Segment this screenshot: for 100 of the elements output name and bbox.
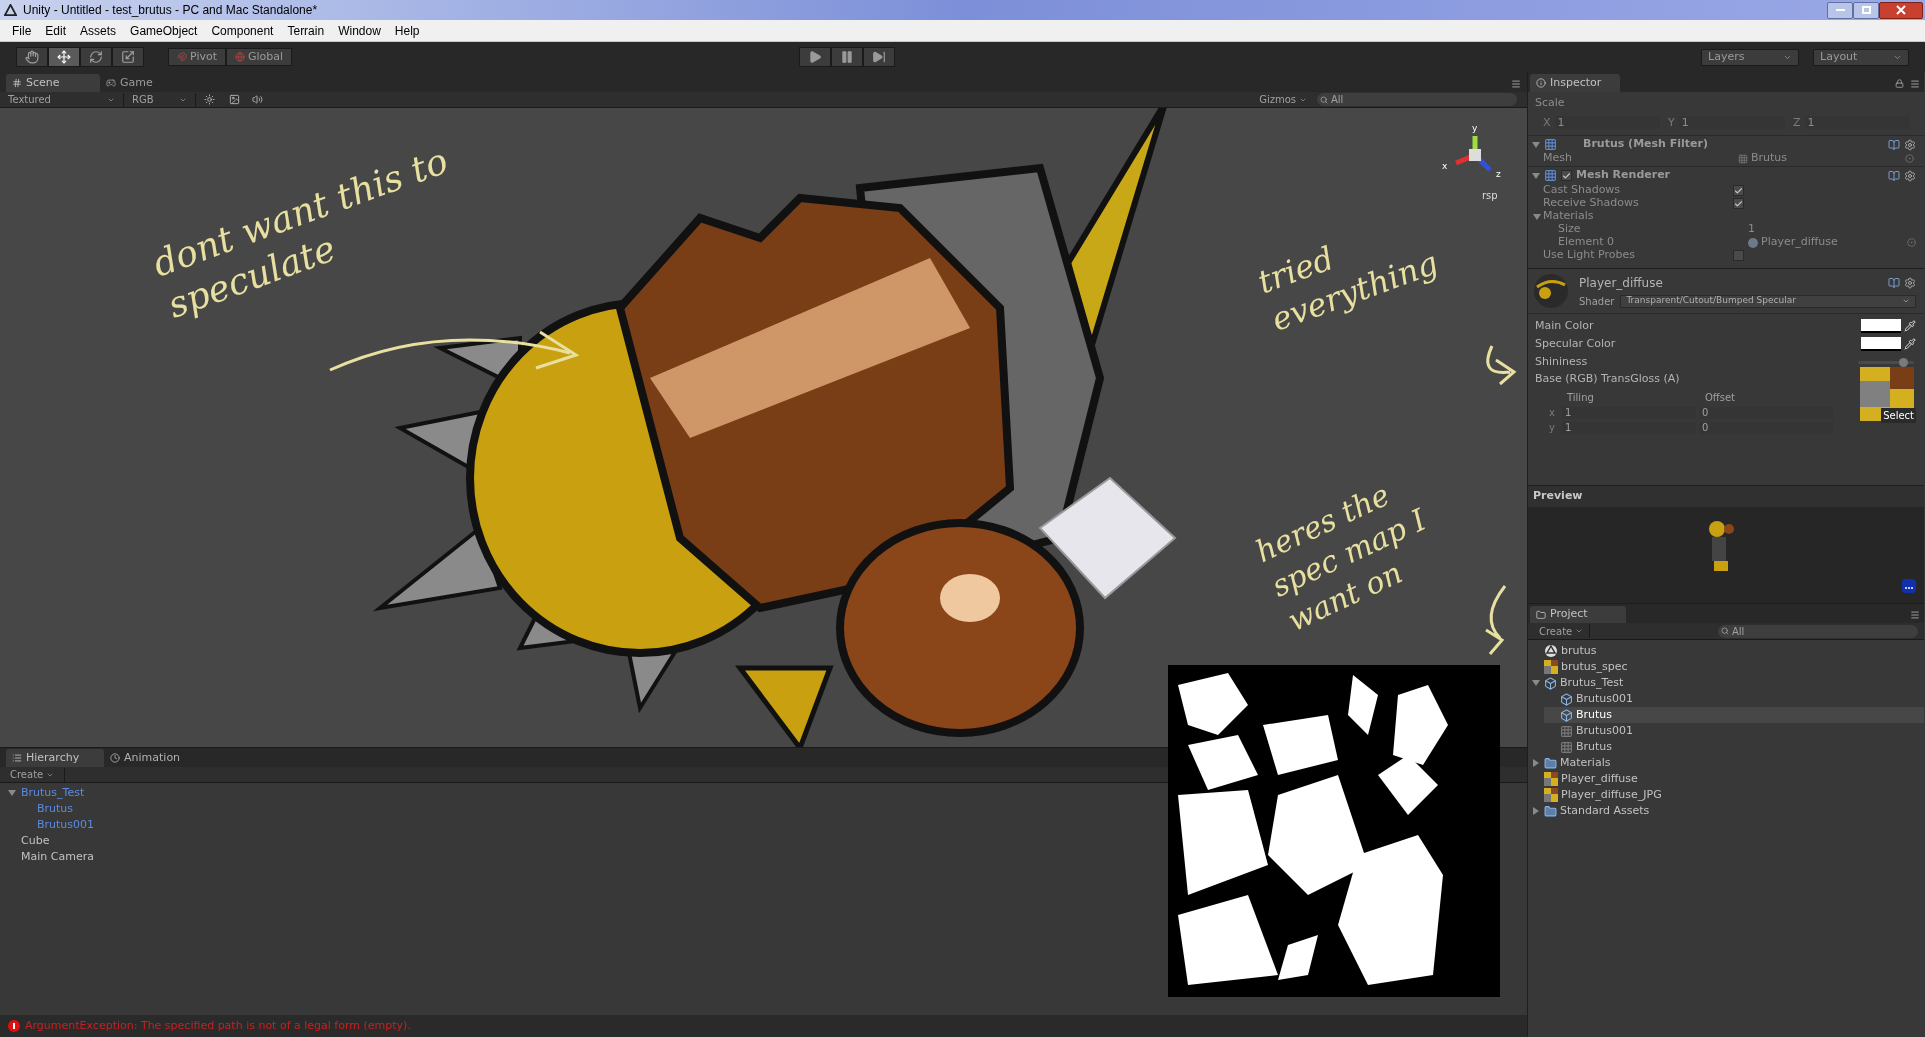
rotate-tool-button[interactable]: [80, 47, 112, 67]
caret-icon: [1575, 627, 1584, 635]
checkbox[interactable]: [1733, 198, 1744, 209]
project-item-row[interactable]: Brutus_Test: [1528, 675, 1924, 691]
eyedropper-icon[interactable]: [1904, 338, 1916, 350]
menu-item[interactable]: Edit: [45, 21, 67, 40]
folder-icon: [1536, 609, 1546, 620]
project-item-row[interactable]: Standard Assets: [1528, 803, 1924, 819]
checkbox[interactable]: [1733, 250, 1744, 261]
help-book-icon[interactable]: [1888, 169, 1900, 182]
menu-item[interactable]: Assets: [80, 21, 117, 40]
maximize-button[interactable]: [1853, 1, 1879, 19]
project-item-row[interactable]: Materials: [1528, 755, 1924, 771]
hierarchy-item[interactable]: Cube: [18, 832, 53, 850]
hierarchy-item[interactable]: Main Camera: [18, 848, 97, 866]
menu-item[interactable]: Help: [394, 21, 420, 40]
expanded-triangle-icon[interactable]: [1532, 171, 1542, 180]
lighting-icon[interactable]: [204, 94, 215, 105]
checkbox[interactable]: [1561, 170, 1572, 181]
panel-menu-icon[interactable]: [1511, 79, 1521, 89]
global-button[interactable]: Global: [226, 48, 293, 66]
project-item-row[interactable]: brutus_spec: [1528, 659, 1924, 675]
step-button[interactable]: [862, 47, 895, 67]
color-swatch[interactable]: [1861, 337, 1901, 351]
project-item-row[interactable]: Player_diffuse_JPG: [1528, 787, 1924, 803]
hand-tool-button[interactable]: [16, 47, 48, 67]
lock-icon[interactable]: [1895, 79, 1904, 88]
slider-thumb[interactable]: [1898, 357, 1908, 367]
image-effects-icon[interactable]: [229, 94, 240, 105]
project-item-label: Brutus_Test: [1560, 674, 1624, 691]
hierarchy-tab[interactable]: Animation: [104, 749, 202, 767]
help-book-icon[interactable]: [1888, 138, 1900, 151]
create-dropdown[interactable]: Create: [1533, 624, 1591, 638]
create-dropdown[interactable]: Create: [0, 767, 66, 782]
draw-mode-dropdown[interactable]: Textured: [0, 92, 124, 107]
expanded-triangle-icon[interactable]: [1532, 679, 1542, 687]
menu-item[interactable]: Window: [338, 21, 381, 40]
checkbox[interactable]: [1733, 185, 1744, 196]
panel-menu-icon[interactable]: [1910, 79, 1920, 89]
texture-thumbnail: [1860, 367, 1916, 423]
material-property-label: Specular Color: [1535, 335, 1617, 352]
material-property-label: Main Color: [1535, 317, 1595, 334]
inspector-tab[interactable]: Inspector: [1530, 74, 1620, 92]
menu-item[interactable]: GameObject: [130, 21, 198, 40]
menu-item[interactable]: File: [12, 21, 32, 40]
shader-dropdown[interactable]: Transparent/Cutout/Bumped Specular: [1620, 294, 1916, 308]
object-field[interactable]: Brutus: [1751, 150, 1905, 167]
expanded-triangle-icon[interactable]: [1533, 212, 1543, 221]
step-icon: [871, 50, 886, 64]
object-field[interactable]: Player_diffuse: [1761, 234, 1838, 251]
settings-icon[interactable]: [1904, 138, 1916, 151]
project-item-row[interactable]: Brutus001: [1544, 691, 1924, 707]
render-mode-dropdown[interactable]: RGB: [124, 92, 196, 107]
more-options-icon[interactable]: [1902, 579, 1916, 593]
project-item-label: Materials: [1560, 754, 1611, 771]
layers-dropdown[interactable]: Layers: [1701, 48, 1799, 66]
project-tab[interactable]: Project: [1530, 606, 1626, 623]
axis-label: y: [1548, 421, 1556, 435]
project-item-row[interactable]: Brutus: [1544, 707, 1924, 723]
expanded-triangle-icon[interactable]: [1532, 140, 1542, 149]
project-item-row[interactable]: brutus: [1528, 643, 1924, 659]
minimize-button[interactable]: [1827, 1, 1853, 19]
material-sphere-icon: [1748, 237, 1758, 248]
layout-dropdown[interactable]: Layout: [1813, 48, 1909, 66]
menu-item[interactable]: Terrain: [287, 21, 325, 40]
gamepad-icon: [106, 78, 116, 88]
close-button[interactable]: [1879, 1, 1923, 19]
help-book-icon[interactable]: [1888, 276, 1900, 289]
project-item-label: Brutus001: [1576, 690, 1634, 707]
project-search-field[interactable]: All: [1732, 624, 1918, 638]
move-icon: [57, 50, 71, 64]
audio-icon[interactable]: [252, 94, 263, 105]
pause-icon: [839, 50, 854, 64]
panel-menu-icon[interactable]: [1910, 610, 1920, 620]
move-tool-button[interactable]: [48, 47, 80, 67]
hierarchy-item[interactable]: Brutus001: [34, 816, 98, 834]
settings-icon[interactable]: [1904, 276, 1916, 289]
pivot-button[interactable]: Pivot: [168, 48, 226, 66]
settings-icon[interactable]: [1904, 169, 1916, 182]
project-item-row[interactable]: Player_diffuse: [1528, 771, 1924, 787]
hierarchy-item[interactable]: Brutus_Test: [18, 784, 88, 802]
hierarchy-tab[interactable]: Hierarchy: [6, 749, 104, 767]
select-button[interactable]: Select: [1881, 408, 1916, 423]
scene-tab[interactable]: Scene: [6, 74, 100, 92]
hierarchy-item[interactable]: Brutus: [34, 800, 77, 818]
material-property-label: Shininess: [1535, 353, 1589, 370]
pause-button[interactable]: [830, 47, 863, 67]
material-name: Player_diffuse: [1579, 274, 1664, 292]
scene-search-field[interactable]: All: [1331, 93, 1517, 106]
project-item-row[interactable]: Brutus001: [1544, 723, 1924, 739]
eyedropper-icon[interactable]: [1904, 320, 1916, 332]
project-item-row[interactable]: Brutus: [1544, 739, 1924, 755]
expanded-triangle-icon[interactable]: [8, 789, 18, 797]
play-button[interactable]: [798, 47, 831, 67]
menu-item[interactable]: Component: [211, 21, 274, 40]
projection-label[interactable]: rsp: [1482, 188, 1498, 203]
scene-tab[interactable]: Game: [100, 74, 194, 92]
color-swatch[interactable]: [1861, 319, 1901, 333]
gizmos-dropdown[interactable]: Gizmos: [1253, 92, 1313, 107]
scale-tool-button[interactable]: [112, 47, 144, 67]
